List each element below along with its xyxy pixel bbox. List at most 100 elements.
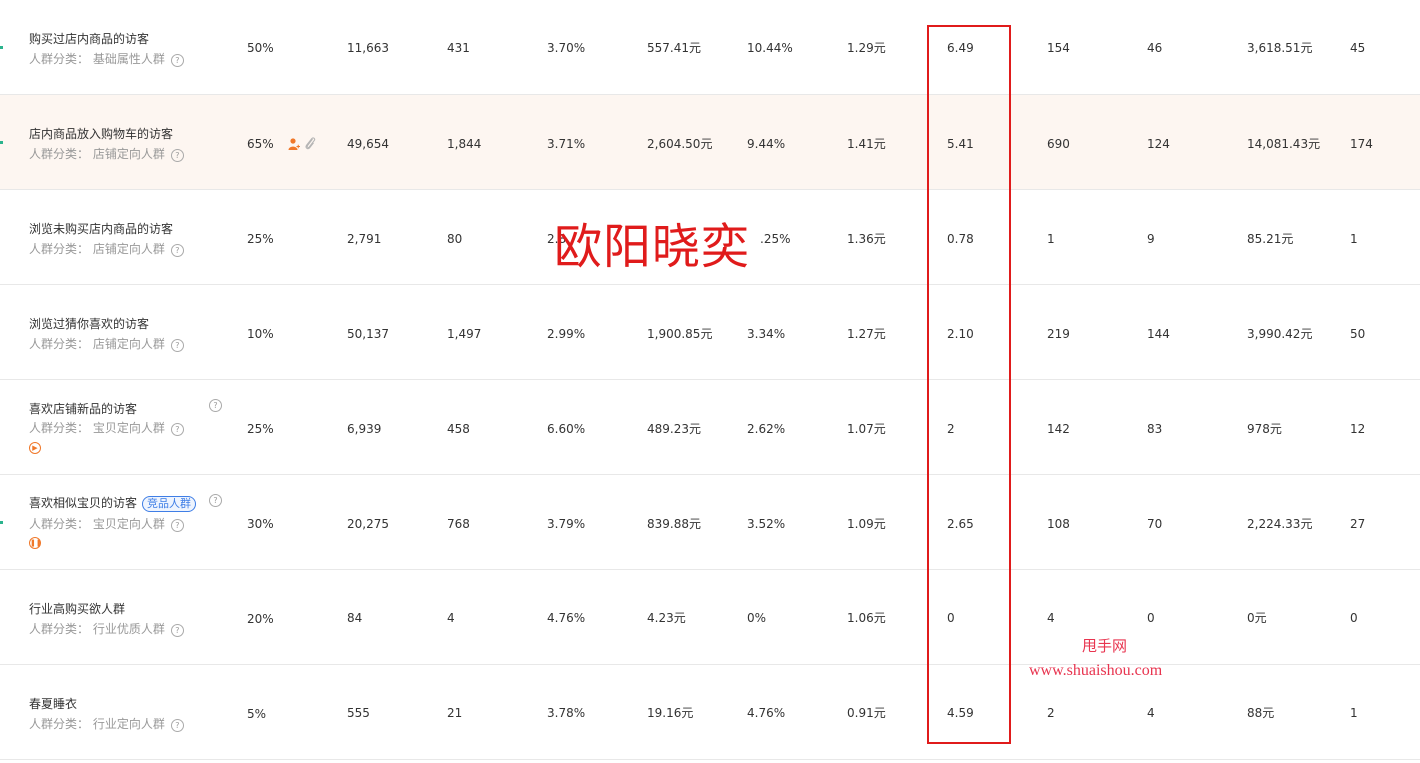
cell-cpc: 1.06元 <box>847 611 886 625</box>
cell-ctr: 6.60% <box>547 422 586 436</box>
cell-orders: 12 <box>1350 422 1366 436</box>
premium-ratio[interactable]: 65% <box>247 137 274 151</box>
cell-gmv: 978元 <box>1247 422 1282 436</box>
question-circle-icon[interactable]: ? <box>170 423 184 436</box>
cell-favorites: 2 <box>1047 706 1055 720</box>
cell-impressions: 11,663 <box>347 41 389 55</box>
cell-roi: 5.41 <box>947 137 974 151</box>
cell-gmv: 14,081.43元 <box>1247 137 1321 151</box>
question-circle-icon[interactable]: ? <box>170 624 184 637</box>
table-row: 浏览过猜你喜欢的访客 人群分类： 店铺定向人群? 10% 50,137 1,49… <box>0 285 1420 380</box>
cell-clicks: 768 <box>447 517 470 531</box>
cell-cpc: 1.41元 <box>847 137 886 151</box>
cell-impressions: 6,939 <box>347 422 382 436</box>
cell-favorites: 154 <box>1047 41 1070 55</box>
crowd-name: 春夏睡衣 <box>29 697 78 711</box>
question-circle-icon[interactable]: ? <box>170 339 184 352</box>
cell-gmv: 3,618.51元 <box>1247 41 1313 55</box>
question-circle-icon[interactable]: ? <box>170 244 184 257</box>
premium-ratio[interactable]: 30% <box>247 517 274 531</box>
cell-impressions: 2,791 <box>347 232 382 246</box>
cell-cvr: 3.52% <box>747 517 786 531</box>
crowd-category: 人群分类： 基础属性人群? <box>29 50 184 67</box>
cell-favorites: 219 <box>1047 327 1070 341</box>
premium-ratio[interactable]: 25% <box>247 232 274 246</box>
question-circle-icon[interactable]: ? <box>170 719 184 732</box>
crowd-category: 人群分类： 店铺定向人群? <box>29 145 184 162</box>
cell-carts: 70 <box>1147 517 1163 531</box>
competitor-crowd-badge: 竞品人群 <box>142 496 197 512</box>
crowd-category: 人群分类： 宝贝定向人群? <box>29 515 184 532</box>
cell-orders: 1 <box>1350 232 1358 246</box>
cell-favorites: 690 <box>1047 137 1070 151</box>
crowd-category: 人群分类： 行业定向人群? <box>29 715 184 732</box>
cell-cost: 19.16元 <box>647 706 694 720</box>
cell-impressions: 84 <box>347 611 363 625</box>
cell-clicks: 1,497 <box>447 327 482 341</box>
premium-ratio[interactable]: 20% <box>247 612 274 626</box>
paperclip-icon[interactable] <box>304 136 316 150</box>
cell-clicks: 458 <box>447 422 470 436</box>
question-circle-icon[interactable]: ? <box>209 399 222 412</box>
cell-ctr: 3.79% <box>547 517 586 531</box>
crowd-name: 喜欢相似宝贝的访客 竞品人群 <box>29 494 197 512</box>
cell-orders: 50 <box>1350 327 1366 341</box>
cell-clicks: 4 <box>447 611 455 625</box>
cell-cvr: 9.44% <box>747 137 786 151</box>
pause-circle-icon[interactable]: ❚❚ <box>29 537 42 549</box>
table-row: 店内商品放入购物车的访客 人群分类： 店铺定向人群? 65% 49,654 1,… <box>0 95 1420 190</box>
cell-orders: 174 <box>1350 137 1373 151</box>
table-row: 喜欢店铺新品的访客 ? 人群分类： 宝贝定向人群? ▶ 25% 6,939 45… <box>0 380 1420 475</box>
premium-ratio[interactable]: 10% <box>247 327 274 341</box>
cell-carts: 83 <box>1147 422 1163 436</box>
table-row: 行业高购买欲人群 人群分类： 行业优质人群? 20% 84 4 4.76% 4.… <box>0 570 1420 665</box>
question-circle-icon[interactable]: ? <box>170 149 184 162</box>
row-edge-marker <box>0 521 3 524</box>
cell-cpc: 1.27元 <box>847 327 886 341</box>
cell-clicks: 1,844 <box>447 137 482 151</box>
cell-gmv: 85.21元 <box>1247 232 1294 246</box>
question-circle-icon[interactable]: ? <box>170 519 184 532</box>
cell-clicks: 80 <box>447 232 463 246</box>
cell-cost: 1,900.85元 <box>647 327 713 341</box>
site-watermark-name: 甩手网 <box>1082 637 1128 655</box>
cell-gmv: 88元 <box>1247 706 1275 720</box>
cell-cvr: .25% <box>760 232 791 246</box>
crowd-name: 店内商品放入购物车的访客 <box>29 127 174 141</box>
crowd-name: 行业高购买欲人群 <box>29 602 126 616</box>
play-circle-icon[interactable]: ▶ <box>29 442 41 454</box>
cell-gmv: 2,224.33元 <box>1247 517 1313 531</box>
crowd-name: 购买过店内商品的访客 <box>29 32 150 46</box>
premium-ratio[interactable]: 5% <box>247 707 266 721</box>
crowd-name: 浏览过猜你喜欢的访客 <box>29 317 150 331</box>
premium-ratio[interactable]: 50% <box>247 41 274 55</box>
cell-roi: 4.59 <box>947 706 974 720</box>
cell-gmv: 3,990.42元 <box>1247 327 1313 341</box>
table-row: 春夏睡衣 人群分类： 行业定向人群? 5% 555 21 3.78% 19.16… <box>0 665 1420 760</box>
cell-favorites: 108 <box>1047 517 1070 531</box>
cell-favorites: 4 <box>1047 611 1055 625</box>
cell-favorites: 1 <box>1047 232 1055 246</box>
crowd-category: 人群分类： 宝贝定向人群? <box>29 419 184 436</box>
site-watermark-url: www.shuaishou.com <box>1029 662 1163 679</box>
cell-roi: 2 <box>947 422 955 436</box>
row-edge-marker <box>0 46 3 49</box>
author-watermark: 欧阳晓奕 <box>554 219 751 275</box>
question-circle-icon[interactable]: ? <box>209 494 222 507</box>
cell-gmv: 0元 <box>1247 611 1267 625</box>
cell-impressions: 20,275 <box>347 517 389 531</box>
cell-cpc: 1.07元 <box>847 422 886 436</box>
cell-cvr: 4.76% <box>747 706 786 720</box>
cell-cost: 839.88元 <box>647 517 701 531</box>
cell-cvr: 3.34% <box>747 327 786 341</box>
cell-cvr: 10.44% <box>747 41 793 55</box>
cell-carts: 4 <box>1147 706 1155 720</box>
question-circle-icon[interactable]: ? <box>170 54 184 67</box>
cell-ctr: 3.70% <box>547 41 586 55</box>
crowd-name: 浏览未购买店内商品的访客 <box>29 222 174 236</box>
premium-ratio[interactable]: 25% <box>247 422 274 436</box>
cell-orders: 1 <box>1350 706 1358 720</box>
person-add-icon[interactable] <box>288 138 300 150</box>
cell-ctr: 2.99% <box>547 327 586 341</box>
table-row: 购买过店内商品的访客 人群分类： 基础属性人群? 50% 11,663 431 … <box>0 0 1420 95</box>
